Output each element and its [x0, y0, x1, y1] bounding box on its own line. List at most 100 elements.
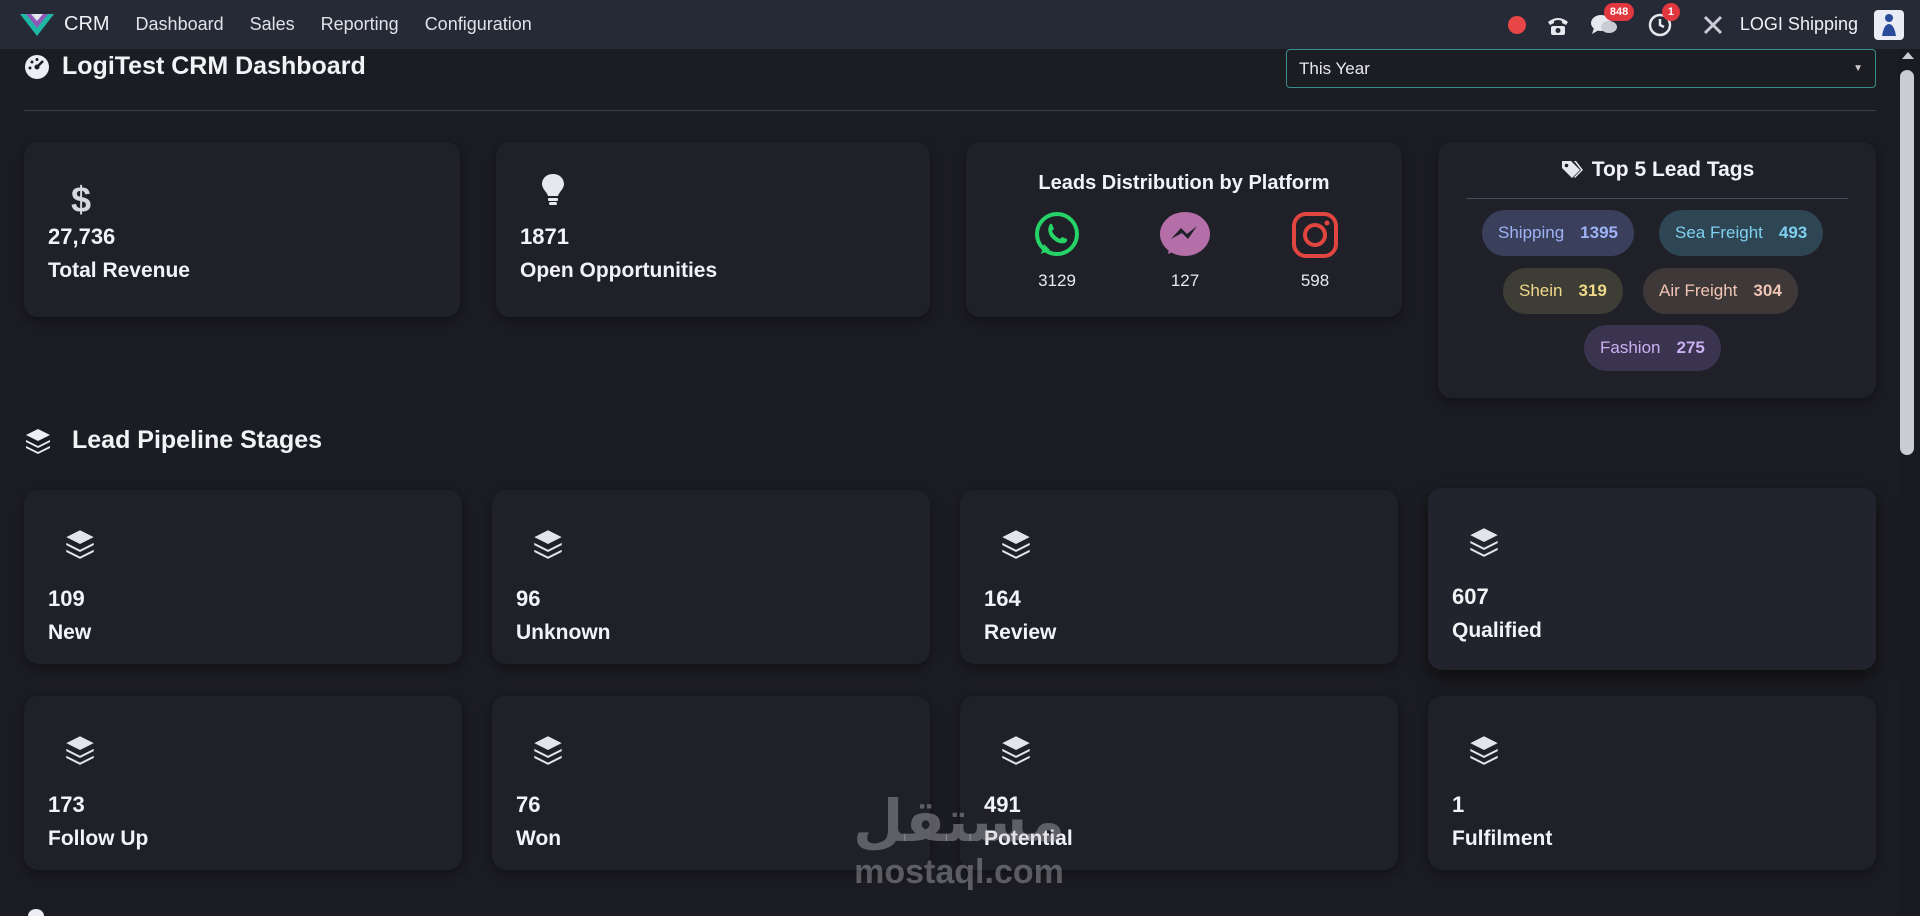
kpi-label: Total Revenue [48, 259, 190, 282]
pipeline-section-header: Lead Pipeline Stages [24, 426, 322, 455]
layers-icon [1002, 530, 1030, 559]
layers-icon [1470, 528, 1498, 557]
stage-count: 109 [48, 586, 85, 611]
record-icon[interactable] [1507, 15, 1526, 34]
tag-name: Sea Freight [1675, 223, 1763, 242]
activity-clock-icon[interactable]: 1 [1648, 2, 1681, 37]
watermark: مستقل mostaql.com [844, 790, 1074, 892]
stage-count: 607 [1452, 584, 1489, 609]
tag-count: 493 [1778, 223, 1808, 242]
messages-count-badge: 848 [1603, 2, 1635, 21]
watermark-arabic: مستقل [852, 787, 1066, 855]
kpi-value: 1871 [520, 224, 569, 249]
tag-count: 319 [1578, 281, 1607, 300]
nav-configuration[interactable]: Configuration [425, 14, 532, 35]
tags-icon [1561, 161, 1583, 178]
stage-label: Fulfilment [1452, 827, 1553, 850]
stage-card-review[interactable]: 164 Review [960, 490, 1398, 664]
stage-card-qualified[interactable]: 607 Qualified [1428, 488, 1876, 670]
dollar-icon: $ [71, 182, 91, 218]
page-title: LogiTest CRM Dashboard [62, 52, 366, 80]
section-title: Lead Pipeline Stages [72, 426, 323, 454]
period-select[interactable]: This Year ▼ [1286, 49, 1876, 88]
kpi-label: Open Opportunities [520, 259, 718, 282]
kpi-value: 27,736 [48, 224, 116, 249]
layers-icon [26, 428, 50, 454]
activity-count-badge: 1 [1661, 2, 1681, 21]
stage-count: 1 [1452, 792, 1465, 817]
phone-icon[interactable] [1546, 14, 1570, 36]
stage-label: Unknown [516, 621, 611, 644]
messenger-icon [1160, 212, 1210, 256]
top-tags-title-text: Top 5 Lead Tags [1591, 158, 1755, 181]
crm-logo-icon[interactable] [20, 12, 54, 38]
tag-pill-sea-freight[interactable]: Sea Freight 493 [1659, 210, 1824, 256]
nav-sales[interactable]: Sales [250, 14, 295, 35]
tag-pill-air-freight[interactable]: Air Freight 304 [1643, 268, 1798, 314]
stage-count: 173 [48, 792, 85, 817]
platform-count: 3129 [1038, 271, 1076, 290]
tools-icon[interactable] [1702, 14, 1724, 36]
instagram-icon [1292, 212, 1338, 258]
tags-divider [1466, 198, 1848, 199]
whatsapp-icon [1035, 212, 1079, 256]
nav-dashboard[interactable]: Dashboard [136, 14, 224, 35]
layers-icon [534, 736, 562, 765]
layers-icon [1470, 736, 1498, 765]
kpi-card-revenue[interactable]: $ 27,736 Total Revenue [24, 142, 460, 317]
tag-name: Fashion [1600, 338, 1661, 357]
scroll-up-arrow-icon[interactable] [1902, 52, 1914, 59]
stage-card-new[interactable]: 109 New [24, 490, 462, 664]
platform-distribution-title: Leads Distribution by Platform [1038, 172, 1330, 194]
speedometer-icon [25, 54, 49, 79]
dashboard-header: LogiTest CRM Dashboard [24, 52, 366, 81]
tag-pill-fashion[interactable]: Fashion 275 [1584, 325, 1721, 371]
platform-count: 598 [1300, 271, 1330, 290]
chevron-down-icon: ▼ [1853, 63, 1863, 74]
messages-icon[interactable]: 848 [1590, 2, 1635, 37]
user-avatar[interactable] [1874, 9, 1904, 40]
header-divider [24, 110, 1876, 111]
platform-distribution-card: Leads Distribution by Platform 3129 127 … [966, 142, 1402, 317]
tag-count: 275 [1676, 338, 1705, 357]
stage-label: Review [984, 621, 1057, 644]
scrollbar-thumb[interactable] [1900, 70, 1914, 455]
stage-count: 76 [516, 792, 541, 817]
layers-icon [1002, 736, 1030, 765]
tag-pill-shipping[interactable]: Shipping 1395 [1482, 210, 1634, 256]
top-navbar: CRM Dashboard Sales Reporting Configurat… [0, 0, 1920, 49]
company-switcher[interactable]: LOGI Shipping [1740, 14, 1858, 35]
top-tags-title: Top 5 Lead Tags [1438, 158, 1876, 182]
tag-pill-shein[interactable]: Shein 319 [1503, 268, 1623, 314]
tag-name: Shipping [1498, 223, 1565, 242]
stage-label: Follow Up [48, 827, 149, 850]
lightbulb-icon [542, 174, 564, 205]
platform-count: 127 [1170, 271, 1200, 290]
stage-card-fulfilment[interactable]: 1 Fulfilment [1428, 696, 1876, 870]
nav-reporting[interactable]: Reporting [321, 14, 399, 35]
platform-instagram[interactable]: 598 [1275, 210, 1355, 291]
layers-icon [66, 736, 94, 765]
stage-label: New [48, 621, 92, 644]
platform-whatsapp[interactable]: 3129 [1017, 210, 1097, 291]
period-select-value: This Year [1299, 58, 1370, 78]
kpi-card-opportunities[interactable]: 1871 Open Opportunities [496, 142, 930, 317]
tag-count: 1395 [1580, 223, 1618, 242]
platform-messenger[interactable]: 127 [1145, 210, 1225, 291]
stage-card-follow-up[interactable]: 173 Follow Up [24, 696, 462, 870]
app-name[interactable]: CRM [64, 13, 110, 36]
tag-name: Shein [1519, 281, 1563, 300]
layers-icon [534, 530, 562, 559]
partial-section-icon [28, 909, 44, 916]
tag-count: 304 [1753, 281, 1782, 300]
layers-icon [66, 530, 94, 559]
tag-name: Air Freight [1659, 281, 1738, 300]
watermark-latin: mostaql.com [854, 853, 1064, 891]
svg-text:$: $ [71, 182, 91, 218]
stage-count: 96 [516, 586, 541, 611]
stage-label: Won [516, 827, 562, 850]
stage-count: 164 [984, 586, 1021, 611]
stage-label: Qualified [1452, 619, 1542, 642]
stage-card-unknown[interactable]: 96 Unknown [492, 490, 930, 664]
top-tags-card: Top 5 Lead Tags Shipping 1395 Sea Freigh… [1438, 142, 1876, 398]
